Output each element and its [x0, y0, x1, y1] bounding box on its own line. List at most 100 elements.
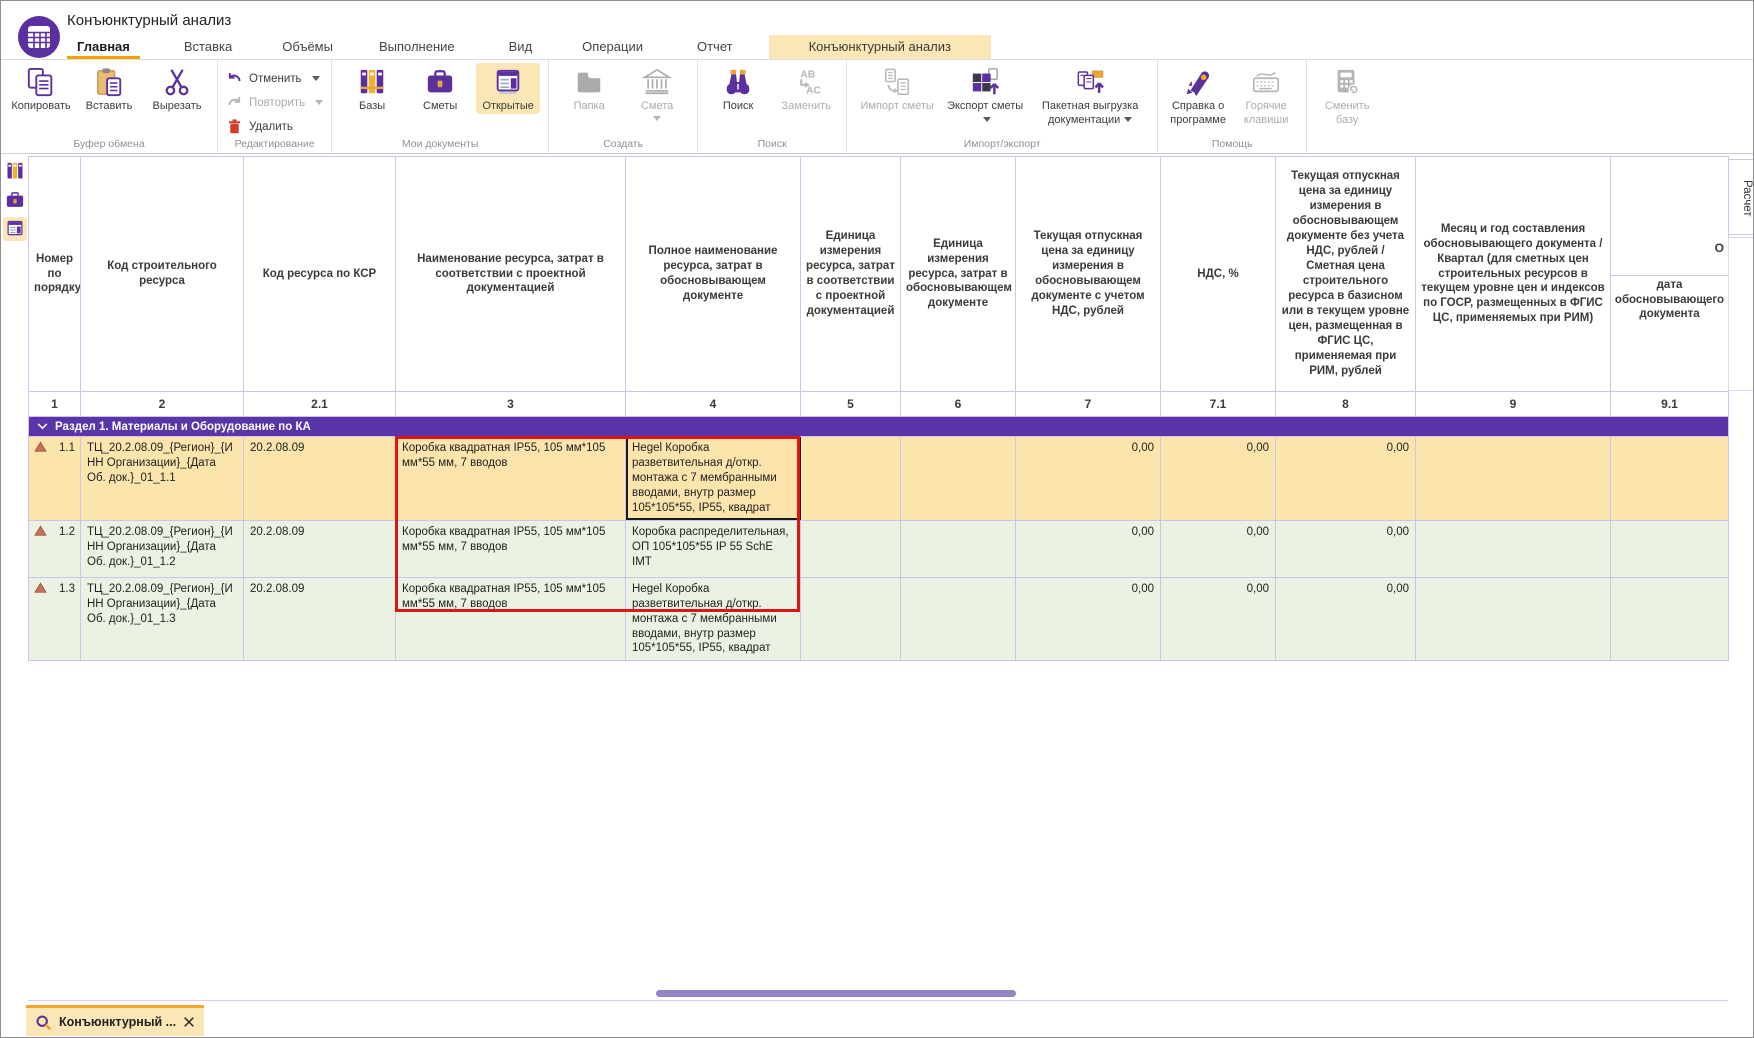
row-number-cell[interactable]: 1.1 [29, 437, 81, 521]
clipped-header-fragment: О [1611, 224, 1728, 276]
price-with-vat-cell[interactable]: 0,00 [1016, 577, 1161, 661]
cut-button[interactable]: Вырезать [145, 63, 209, 114]
redo-icon [226, 94, 243, 111]
price-no-vat-cell[interactable]: 0,00 [1276, 577, 1416, 661]
col-num[interactable]: 4 [626, 392, 801, 417]
delete-button[interactable]: Удалить [226, 118, 323, 135]
vat-cell[interactable]: 0,00 [1161, 437, 1276, 521]
doc-date-cell[interactable] [1611, 520, 1729, 577]
ksr-code-cell[interactable]: 20.2.08.09 [244, 577, 396, 661]
col-header-vat[interactable]: НДС, % [1161, 157, 1276, 392]
ksr-code-cell[interactable]: 20.2.08.09 [244, 520, 396, 577]
name-project-cell[interactable]: Коробка квадратная IP55, 105 мм*105 мм*5… [396, 437, 626, 521]
unit-project-cell[interactable] [801, 437, 901, 521]
name-project-cell[interactable]: Коробка квадратная IP55, 105 мм*105 мм*5… [396, 577, 626, 661]
open-documents-button[interactable]: Открытые [476, 63, 540, 114]
unit-project-cell[interactable] [801, 577, 901, 661]
tab-glavnaya[interactable]: Главная [67, 35, 140, 59]
tab-vid[interactable]: Вид [499, 35, 543, 59]
unit-doc-cell[interactable] [901, 437, 1016, 521]
col-num[interactable]: 9.1 [1611, 392, 1729, 417]
tab-obyomy[interactable]: Объёмы [272, 35, 343, 59]
price-no-vat-cell[interactable]: 0,00 [1276, 437, 1416, 521]
unit-project-cell[interactable] [801, 520, 901, 577]
full-name-cell-focused[interactable]: Hegel Коробка разветвительная д/откр. мо… [626, 437, 801, 521]
col-num[interactable]: 2 [81, 392, 244, 417]
price-with-vat-cell[interactable]: 0,00 [1016, 520, 1161, 577]
analysis-grid: Номер по порядку Код строительного ресур… [28, 156, 1728, 661]
collapse-chevron-icon[interactable] [37, 423, 48, 430]
batch-dropdown-icon[interactable] [1124, 117, 1132, 122]
col-header-price-with-vat[interactable]: Текущая отпускная цена за единицу измере… [1016, 157, 1161, 392]
redo-dropdown-icon [315, 100, 323, 105]
unit-doc-cell[interactable] [901, 520, 1016, 577]
batch-export-button[interactable]: Пакетная выгрузка документации [1031, 63, 1149, 128]
tab-otchet[interactable]: Отчет [687, 35, 743, 59]
horizontal-scrollbar-thumb[interactable] [656, 990, 1016, 997]
vat-cell[interactable]: 0,00 [1161, 520, 1276, 577]
unit-doc-cell[interactable] [901, 577, 1016, 661]
bases-button[interactable]: Базы [340, 63, 404, 114]
col-num[interactable]: 8 [1276, 392, 1416, 417]
doc-date-cell[interactable] [1611, 577, 1729, 661]
col-num[interactable]: 7.1 [1161, 392, 1276, 417]
doc-date-cell[interactable] [1611, 437, 1729, 521]
resource-code-cell[interactable]: ТЦ_20.2.08.09_{Регион}_{ИНН Организации}… [81, 577, 244, 661]
col-num[interactable]: 6 [901, 392, 1016, 417]
price-with-vat-cell[interactable]: 0,00 [1016, 437, 1161, 521]
ksr-code-cell[interactable]: 20.2.08.09 [244, 437, 396, 521]
vat-cell[interactable]: 0,00 [1161, 577, 1276, 661]
row-number-cell[interactable]: 1.2 [29, 520, 81, 577]
full-name-cell[interactable]: Hegel Коробка разветвительная д/откр. мо… [626, 577, 801, 661]
import-icon [882, 67, 912, 97]
col-num[interactable]: 5 [801, 392, 901, 417]
resource-code-cell[interactable]: ТЦ_20.2.08.09_{Регион}_{ИНН Организации}… [81, 437, 244, 521]
mini-open-documents-button[interactable] [3, 217, 27, 241]
copy-button[interactable]: Копировать [9, 63, 73, 114]
col-header-unit-project[interactable]: Единица измерения ресурса, затрат в соот… [801, 157, 901, 392]
close-tab-icon[interactable] [183, 1016, 195, 1028]
estimates-button[interactable]: Сметы [408, 63, 472, 114]
group-search: Поиск AB AC Заменить Поиск [698, 60, 847, 153]
col-header-ksr-code[interactable]: Код ресурса по КСР [244, 157, 396, 392]
col-header-number[interactable]: Номер по порядку [29, 157, 81, 392]
export-estimate-button[interactable]: Экспорт сметы [943, 63, 1027, 128]
col-num[interactable]: 1 [29, 392, 81, 417]
col-header-resource-code[interactable]: Код строительного ресурса [81, 157, 244, 392]
about-button[interactable]: Справка о программе [1166, 63, 1230, 128]
section-row[interactable]: Раздел 1. Материалы и Оборудование по КА [29, 417, 1729, 437]
undo-dropdown-icon[interactable] [312, 76, 320, 81]
name-project-cell[interactable]: Коробка квадратная IP55, 105 мм*105 мм*5… [396, 520, 626, 577]
estimate-dropdown-icon [653, 116, 661, 121]
resource-code-cell[interactable]: ТЦ_20.2.08.09_{Регион}_{ИНН Организации}… [81, 520, 244, 577]
tab-vypolnenie[interactable]: Выполнение [369, 35, 465, 59]
col-header-unit-doc[interactable]: Единица измерения ресурса, затрат в обос… [901, 157, 1016, 392]
col-header-price-no-vat[interactable]: Текущая отпускная цена за единицу измере… [1276, 157, 1416, 392]
tab-konyunkturny-analiz[interactable]: Конъюнктурный анализ [769, 35, 991, 59]
price-no-vat-cell[interactable]: 0,00 [1276, 520, 1416, 577]
month-year-cell[interactable] [1416, 437, 1611, 521]
col-num[interactable]: 9 [1416, 392, 1611, 417]
col-num[interactable]: 2.1 [244, 392, 396, 417]
mini-estimates-button[interactable] [3, 188, 27, 212]
tab-operacii[interactable]: Операции [572, 35, 653, 59]
undo-button[interactable]: Отменить [226, 70, 323, 87]
month-year-cell[interactable] [1416, 520, 1611, 577]
row-number-cell[interactable]: 1.3 [29, 577, 81, 661]
export-dropdown-icon[interactable] [983, 117, 991, 122]
tab-vstavka[interactable]: Вставка [174, 35, 242, 59]
col-num[interactable]: 7 [1016, 392, 1161, 417]
document-tab[interactable]: Конъюнктурный ... [26, 1005, 204, 1036]
mini-bases-button[interactable] [3, 159, 27, 183]
mini-sidebar [2, 159, 28, 241]
col-header-name-project[interactable]: Наименование ресурса, затрат в соответст… [396, 157, 626, 392]
col-header-full-name[interactable]: Полное наименование ресурса, затрат в об… [626, 157, 801, 392]
col-num[interactable]: 3 [396, 392, 626, 417]
col-header-doc-date[interactable]: О дата обосновывающего документа [1611, 157, 1729, 392]
paste-button[interactable]: Вставить [77, 63, 141, 114]
calc-vertical-tab[interactable]: Расчет [1728, 159, 1754, 235]
search-button[interactable]: Поиск [706, 63, 770, 114]
full-name-cell[interactable]: Коробка распределительная, ОП 105*105*55… [626, 520, 801, 577]
month-year-cell[interactable] [1416, 577, 1611, 661]
col-header-month-year[interactable]: Месяц и год составления обосновывающего … [1416, 157, 1611, 392]
